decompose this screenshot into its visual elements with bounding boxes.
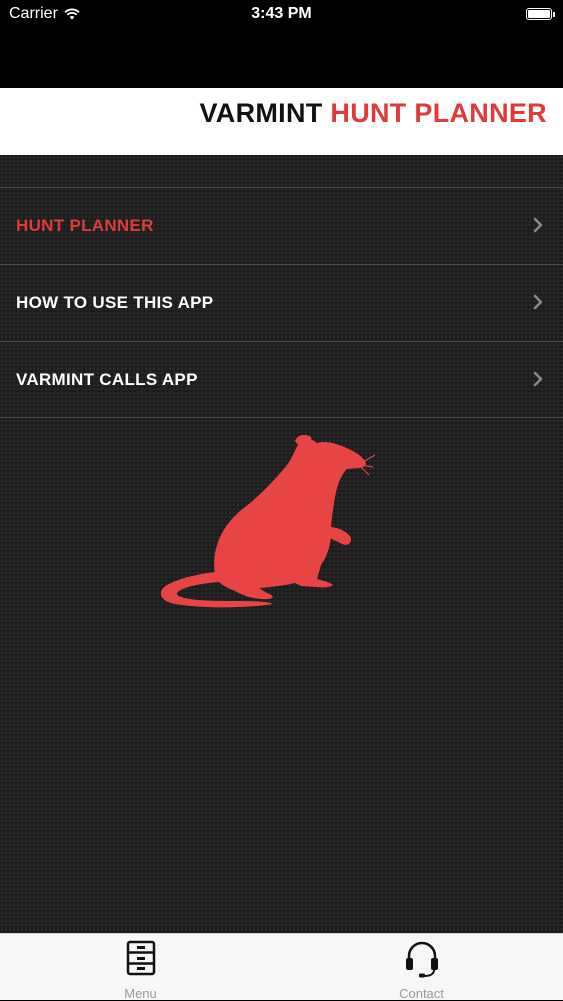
status-bar: Carrier 3:43 PM [0, 0, 563, 30]
menu-item-varmint-calls[interactable]: VARMINT CALLS APP [0, 342, 563, 418]
tab-contact[interactable]: Contact [281, 934, 562, 1001]
app-header: VARMINT HUNT PLANNER [0, 88, 563, 155]
menu-item-label: HUNT PLANNER [16, 216, 154, 235]
main-menu: HUNT PLANNER HOW TO USE THIS APP VARMINT… [0, 155, 563, 933]
menu-item-label: VARMINT CALLS APP [16, 370, 198, 389]
headset-icon [405, 941, 438, 978]
tab-menu[interactable]: Menu [0, 934, 281, 1001]
app-title: VARMINT HUNT PLANNER [199, 98, 547, 129]
menu-item-hunt-planner[interactable]: HUNT PLANNER [0, 188, 563, 264]
app-title-part1: VARMINT [199, 98, 323, 128]
chevron-right-icon [533, 217, 543, 233]
divider [0, 417, 563, 418]
app-title-part2: HUNT PLANNER [330, 98, 547, 128]
status-time: 3:43 PM [251, 5, 312, 22]
tab-label: Contact [399, 986, 444, 1001]
chevron-right-icon [533, 371, 543, 387]
menu-item-label: HOW TO USE THIS APP [16, 293, 214, 312]
battery-icon [526, 8, 555, 20]
tab-label: Menu [124, 986, 157, 1001]
menu-item-how-to-use[interactable]: HOW TO USE THIS APP [0, 265, 563, 341]
rat-silhouette-icon [160, 435, 376, 608]
drawer-cabinet-icon [126, 940, 155, 976]
tab-bar: Menu Contact [0, 933, 563, 1001]
chevron-right-icon [533, 294, 543, 310]
